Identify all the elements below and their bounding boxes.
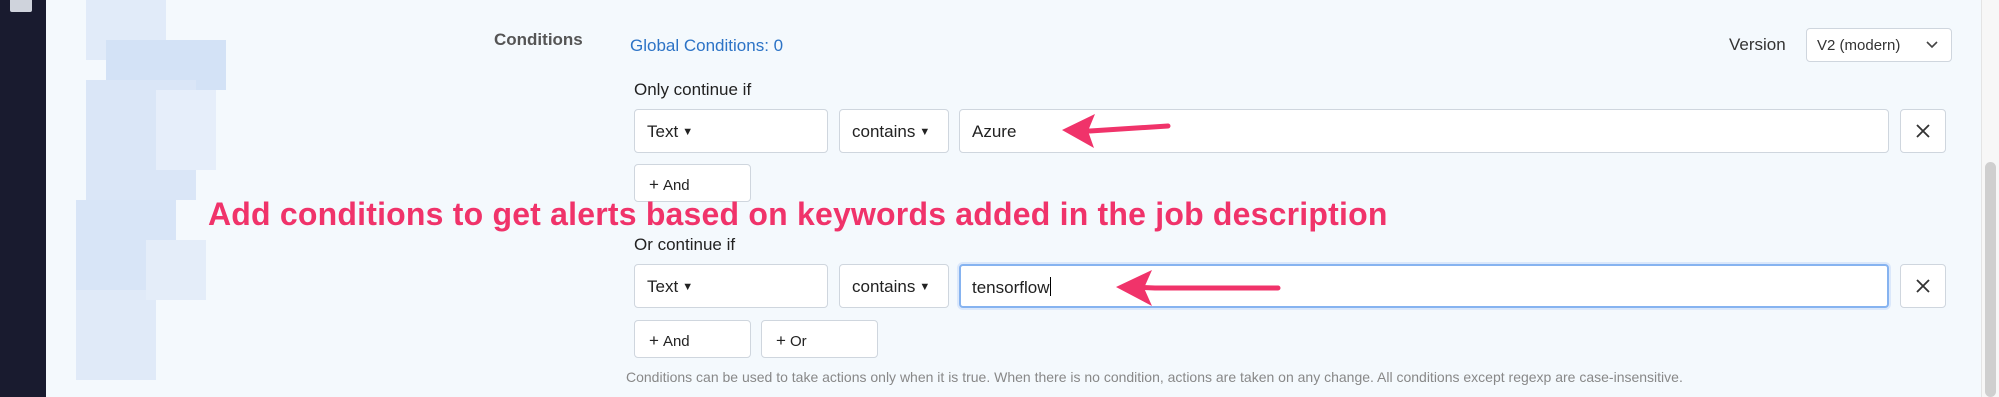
help-text: Conditions can be used to take actions o… [626, 369, 1683, 385]
arrow-annotation [1062, 114, 1281, 306]
